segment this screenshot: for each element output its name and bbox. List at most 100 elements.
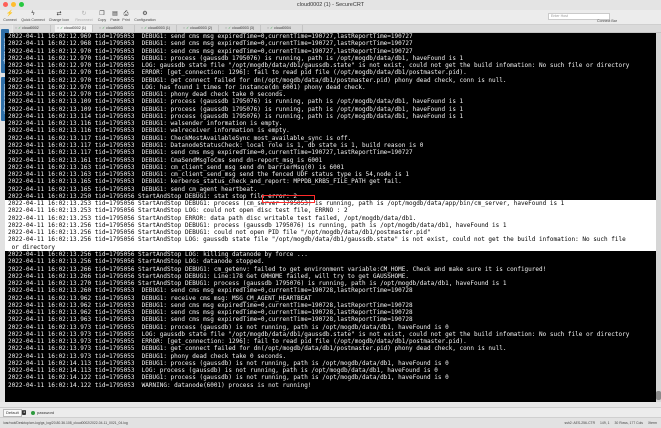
- log-line: 2022-04-11 16:02:13.256 tid=1795056 Star…: [8, 250, 308, 258]
- connect-plug-icon: ⚡: [6, 11, 14, 17]
- tab-cloud0003-3[interactable]: ×✓cloud0003 (3): [223, 25, 261, 32]
- log-line: 2022-04-11 16:02:13.973 tid=1795055 DEBU…: [8, 345, 507, 353]
- log-line: 2022-04-11 16:02:12.970 tid=1795053 DEBU…: [8, 47, 413, 55]
- connected-check-icon: ✓: [60, 26, 64, 30]
- log-line: 2022-04-11 16:02:13.117 tid=1795053 DEBU…: [8, 134, 352, 142]
- log-line: 2022-04-11 16:02:13.256 tid=1795056 Star…: [8, 258, 265, 266]
- log-line: 2022-04-11 16:02:13.256 tid=1795056 Star…: [5, 229, 656, 237]
- copy-icon: ❐: [99, 11, 105, 17]
- log-line: 2022-04-11 16:02:13.962 tid=1795053 DEBU…: [8, 301, 413, 309]
- window-title: cloud0002 (1) - SecureCRT: [296, 2, 365, 8]
- log-line: 2022-04-11 16:02:13.109 tid=1795053 DEBU…: [8, 98, 464, 106]
- connected-check-icon: ✓: [144, 26, 148, 30]
- connected-check-icon: ✓: [102, 26, 106, 30]
- log-line: 2022-04-11 16:02:13.266 tid=1795056 Star…: [8, 272, 409, 280]
- session-bar: Default 1 password: [0, 407, 661, 417]
- log-line: 2022-04-11 16:02:13.973 tid=1795055 LOG:…: [8, 330, 630, 338]
- log-line: 2022-04-11 16:02:13.256 tid=1795056 Star…: [5, 221, 656, 230]
- change-icon-button[interactable]: ⇄ Change Icon: [47, 11, 71, 23]
- lightning-icon: ϟ: [31, 11, 35, 17]
- configuration-button[interactable]: ⚙ Configuration: [132, 11, 158, 23]
- log-line: 2022-04-11 16:02:13.163 tid=1795053 DEBU…: [8, 163, 344, 171]
- tab-cloud0002[interactable]: ×✓cloud0002: [13, 25, 51, 32]
- reconnect-icon: ↻: [81, 11, 87, 17]
- print-icon: ⎙: [123, 11, 129, 17]
- log-line: 2022-04-11 16:02:12.970 tid=1795055 LOG:…: [8, 62, 630, 70]
- log-line: 2022-04-11 16:02:12.970 tid=1795055 DEBU…: [8, 76, 507, 84]
- log-line: 2022-04-11 16:02:13.253 tid=1795056 Star…: [5, 200, 656, 208]
- log-line: 2022-04-11 16:02:13.973 tid=1795055 DEBU…: [8, 352, 287, 360]
- status-cursor-position: 149, 1: [600, 421, 610, 425]
- terminal-scrollbar[interactable]: [656, 33, 661, 402]
- log-lines: 2022-04-11 16:02:12.969 tid=1795053 DEBU…: [5, 33, 656, 389]
- default-session-button[interactable]: Default: [3, 409, 22, 417]
- terminal-output[interactable]: 2022-04-11 16:02:12.969 tid=1795053 DEBU…: [5, 33, 656, 402]
- tab-cloud0003-2[interactable]: ×✓cloud0003 (2): [181, 25, 219, 32]
- tab-cloud0003[interactable]: ×✓cloud0003: [97, 25, 135, 32]
- log-line: 2022-04-11 16:02:13.163 tid=1795053 DEBU…: [8, 171, 409, 179]
- connect-button[interactable]: ⚡ Connect: [0, 11, 20, 23]
- log-line: 2022-04-11 16:02:13.117 tid=1795053 DEBU…: [8, 149, 413, 157]
- log-line: 2022-04-11 16:02:13.973 tid=1795055 ERRO…: [8, 338, 467, 346]
- log-line: 2022-04-11 16:02:12.969 tid=1795053 DEBU…: [8, 33, 413, 40]
- log-line: 2022-04-11 16:02:13.250 tid=1795056 Star…: [8, 192, 297, 200]
- tab-cloud0002-1[interactable]: ×✓cloud0002 (1): [55, 25, 93, 32]
- log-line: 2022-04-11 16:02:13.253 tid=1795056 Star…: [5, 214, 656, 222]
- log-line: 2022-04-11 16:02:13.253 tid=1795056 Star…: [5, 207, 656, 215]
- close-tab-icon[interactable]: ×: [267, 26, 269, 30]
- connected-check-icon: ✓: [270, 26, 274, 30]
- highlight-box-annotation: [262, 195, 315, 203]
- log-line: 2022-04-11 16:02:13.266 tid=1795056 Star…: [8, 265, 547, 273]
- status-bar: /var/root/Desktop/cm-log/gs_log/20.80.36…: [0, 417, 661, 428]
- log-line: 2022-04-11 16:02:13.962 tid=1795053 DEBU…: [8, 294, 312, 302]
- log-line: 2022-04-11 16:02:14.122 tid=1795053 WARN…: [8, 381, 312, 389]
- log-line: 2022-04-11 16:02:13.260 tid=1795053 DEBU…: [8, 287, 413, 295]
- close-tab-icon[interactable]: ×: [15, 26, 17, 30]
- close-tab-icon[interactable]: ×: [99, 26, 101, 30]
- log-line: 2022-04-11 16:02:14.122 tid=1795053 DEBU…: [8, 374, 449, 382]
- tab-cloud0004[interactable]: ×✓cloud0004: [265, 25, 303, 32]
- log-line: 2022-04-11 16:02:13.116 tid=1795053 DEBU…: [8, 120, 283, 128]
- status-terminal-type: Xterm: [647, 421, 657, 425]
- log-line: 2022-04-11 16:02:13.114 tid=1795053 DEBU…: [8, 112, 464, 120]
- connected-check-icon: ✓: [228, 26, 232, 30]
- swap-arrows-icon: ⇄: [56, 11, 62, 17]
- log-line: 2022-04-11 16:02:12.970 tid=1795055 DEBU…: [8, 91, 287, 99]
- log-line: 2022-04-11 16:02:13.973 tid=1795055 DEBU…: [8, 323, 449, 331]
- connected-check-icon: ✓: [186, 26, 190, 30]
- log-line: 2022-04-11 16:02:13.117 tid=1795053 DEBU…: [8, 141, 424, 149]
- log-line: 2022-04-11 16:02:12.970 tid=1795055 ERRO…: [8, 69, 467, 77]
- log-line: or directory: [5, 243, 656, 251]
- quick-connect-button[interactable]: ϟ Quick Connect: [21, 11, 45, 23]
- log-line: 2022-04-11 16:02:13.161 tid=1795053 DEBU…: [8, 156, 323, 164]
- reconnect-button[interactable]: ↻ Reconnect: [73, 11, 95, 23]
- log-line: 2022-04-11 16:02:14.113 tid=1795053 LOG:…: [8, 367, 438, 375]
- tab-cloud0003-1[interactable]: ×✓cloud0003 (1): [139, 25, 177, 32]
- status-cipher: ssh2: AES-256-CTR: [564, 421, 596, 425]
- log-line: 2022-04-11 16:02:13.270 tid=1795056 Star…: [8, 280, 507, 288]
- close-tab-icon[interactable]: ×: [57, 26, 59, 30]
- print-button[interactable]: ⎙ Print: [120, 11, 132, 23]
- log-line: 2022-04-11 16:02:14.113 tid=1795053 DEBU…: [8, 359, 449, 367]
- password-session-button[interactable]: password: [31, 409, 54, 416]
- status-right: ssh2: AES-256-CTR 149, 1 30 Rows, 177 Co…: [565, 420, 657, 426]
- log-line: 2022-04-11 16:02:13.109 tid=1795053 DEBU…: [8, 105, 464, 113]
- connect-bar-label: Connect Bar: [597, 19, 617, 23]
- status-terminal-size: 30 Rows, 177 Cols: [614, 421, 643, 425]
- log-line: 2022-04-11 16:02:13.962 tid=1795053 DEBU…: [8, 309, 413, 317]
- copy-button[interactable]: ❐ Copy: [95, 11, 109, 23]
- log-line: 2022-04-11 16:02:13.165 tid=1795053 DEBU…: [8, 178, 402, 186]
- settings-icon: ⚙: [142, 11, 148, 17]
- close-tab-icon[interactable]: ×: [141, 26, 143, 30]
- close-tab-icon[interactable]: ×: [183, 26, 185, 30]
- close-tab-icon[interactable]: ×: [225, 26, 227, 30]
- connected-check-icon: ✓: [18, 26, 22, 30]
- session-count-badge: 1: [22, 410, 27, 415]
- session-tabs: ×✓cloud0002 ×✓cloud0002 (1) ×✓cloud0003 …: [13, 25, 661, 33]
- log-line: 2022-04-11 16:02:13.165 tid=1795053 DEBU…: [8, 185, 258, 193]
- status-dot-icon: [31, 410, 35, 415]
- status-log-path: /var/root/Desktop/cm-log/gs_log/20.80.36…: [3, 421, 128, 425]
- log-line: 2022-04-11 16:02:13.116 tid=1795053 DEBU…: [8, 127, 290, 135]
- scrollbar-thumb[interactable]: [656, 391, 661, 400]
- log-line: 2022-04-11 16:02:12.968 tid=1795053 DEBU…: [8, 40, 413, 48]
